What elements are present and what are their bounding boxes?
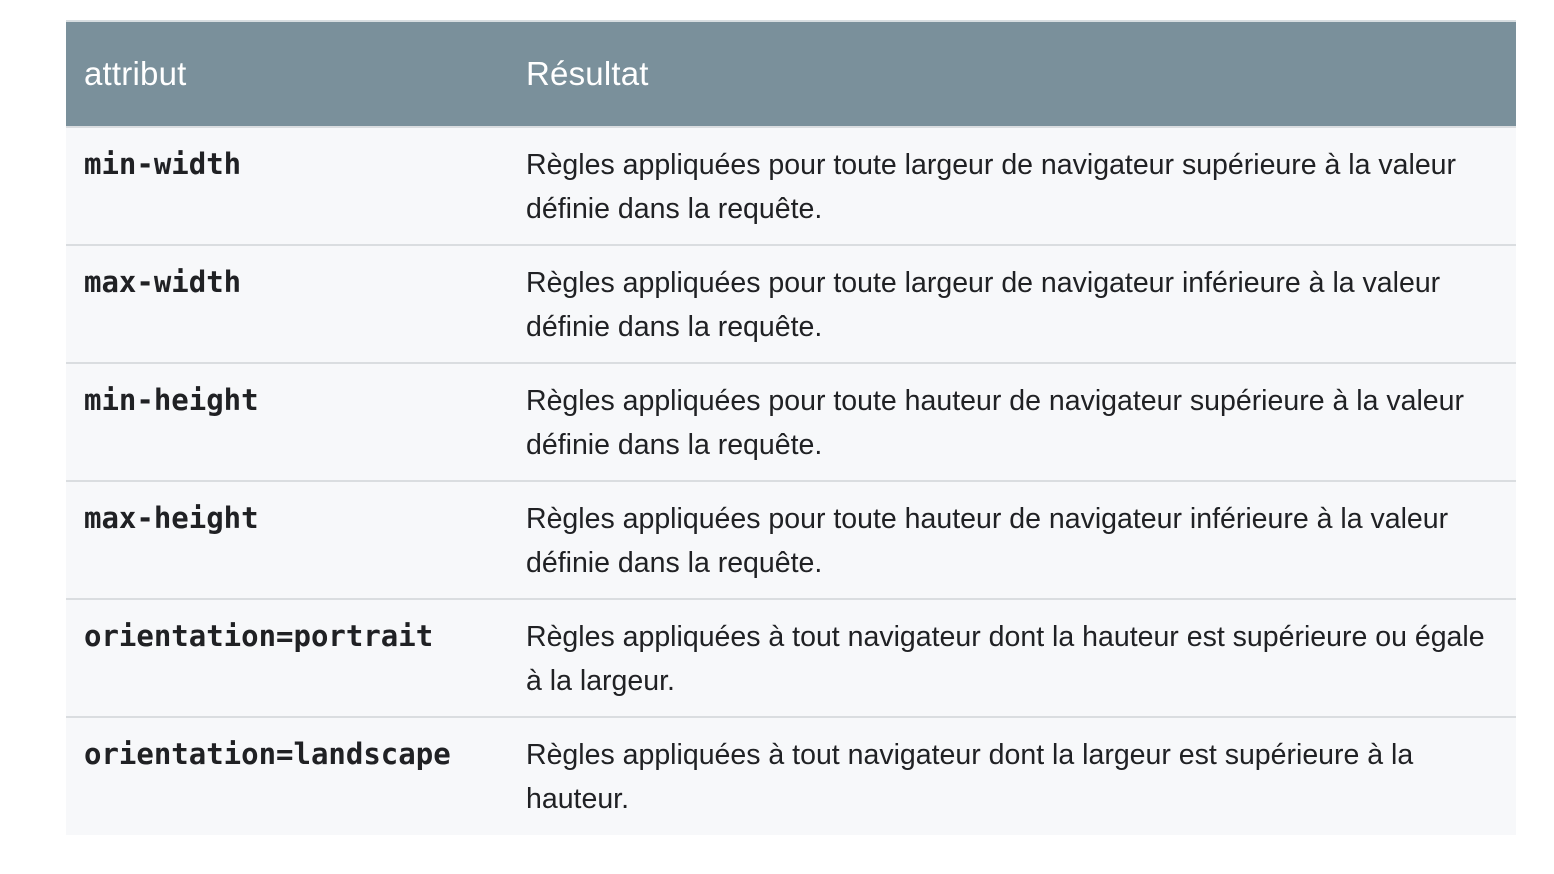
- result-cell-min-width: Règles appliquées pour toute largeur de …: [508, 126, 1516, 245]
- attribute-cell-max-width: max-width: [66, 244, 508, 363]
- result-cell-orientation-landscape: Règles appliquées à tout navigateur dont…: [508, 716, 1516, 835]
- result-cell-max-height: Règles appliquées pour toute hauteur de …: [508, 480, 1516, 599]
- attribute-cell-orientation-portrait: orientation=portrait: [66, 598, 508, 717]
- result-cell-max-width: Règles appliquées pour toute largeur de …: [508, 244, 1516, 363]
- table-body: min-width Règles appliquées pour toute l…: [66, 126, 1516, 835]
- attribute-cell-min-width: min-width: [66, 126, 508, 245]
- table-row: orientation=landscape Règles appliquées …: [66, 716, 1516, 835]
- table-row: min-width Règles appliquées pour toute l…: [66, 126, 1516, 245]
- attribute-cell-orientation-landscape: orientation=landscape: [66, 716, 508, 835]
- table-header-row: attribut Résultat: [66, 21, 1516, 127]
- result-cell-orientation-portrait: Règles appliquées à tout navigateur dont…: [508, 598, 1516, 717]
- table-row: max-height Règles appliquées pour toute …: [66, 480, 1516, 599]
- attribute-cell-min-height: min-height: [66, 362, 508, 481]
- media-query-attributes-table: attribut Résultat min-width Règles appli…: [66, 20, 1516, 835]
- table-row: orientation=portrait Règles appliquées à…: [66, 598, 1516, 717]
- table-row: min-height Règles appliquées pour toute …: [66, 362, 1516, 481]
- table-row: max-width Règles appliquées pour toute l…: [66, 244, 1516, 363]
- result-cell-min-height: Règles appliquées pour toute hauteur de …: [508, 362, 1516, 481]
- attribute-cell-max-height: max-height: [66, 480, 508, 599]
- header-attribute: attribut: [84, 55, 187, 92]
- table-header: attribut Résultat: [66, 21, 1516, 127]
- header-result: Résultat: [526, 55, 649, 92]
- media-query-attributes-table-container: attribut Résultat min-width Règles appli…: [66, 20, 1516, 835]
